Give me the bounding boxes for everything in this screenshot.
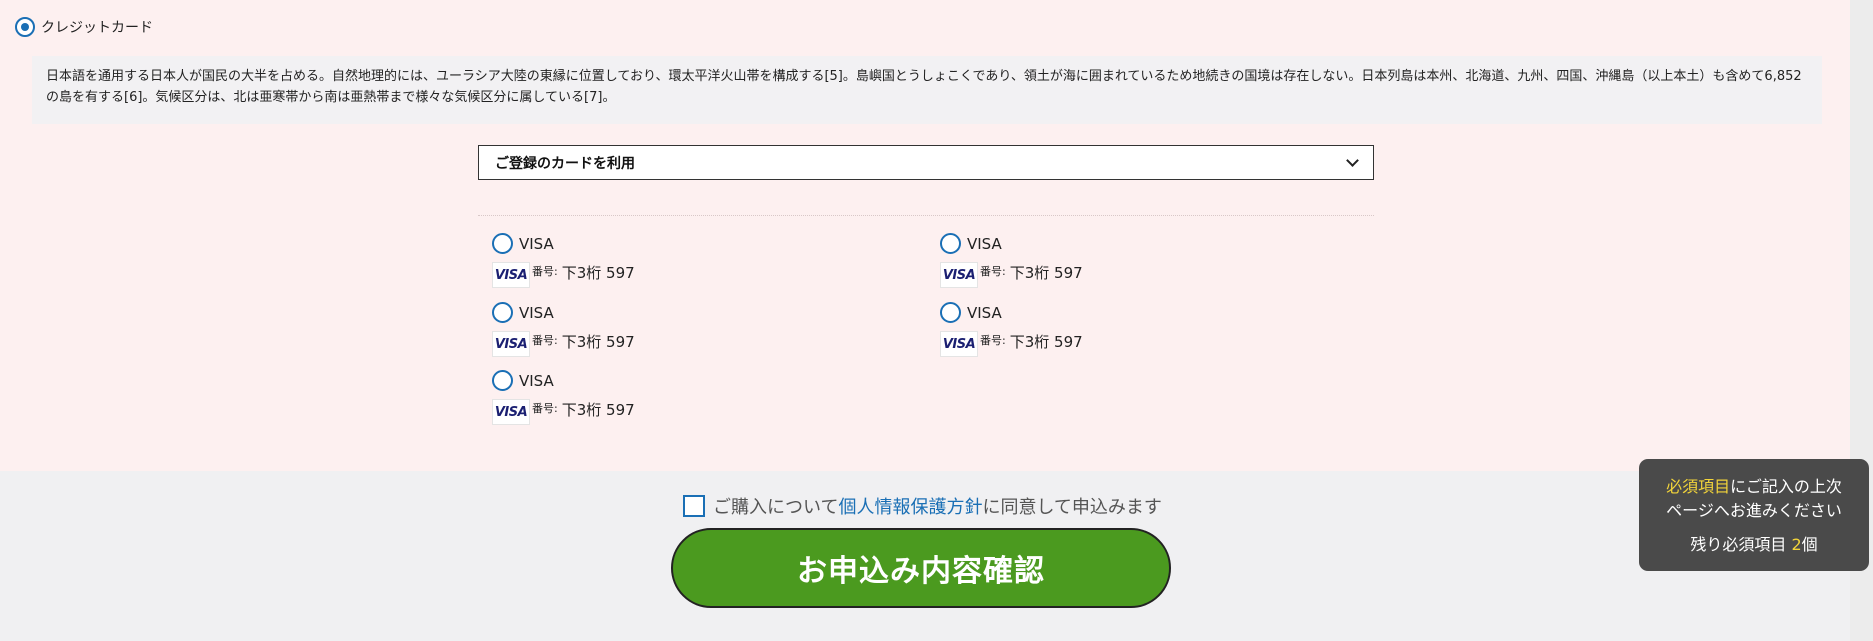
visa-logo-icon: VISA [492, 331, 530, 357]
card-option[interactable]: VISA VISA 番号: 下3桁 597 [940, 233, 1240, 293]
card-number-label: 番号: [532, 402, 558, 415]
card-brand: VISA [519, 303, 554, 322]
card-number-label: 番号: [532, 265, 558, 278]
card-number-value: 下3桁 597 [1009, 333, 1083, 351]
card-radio[interactable] [492, 370, 513, 391]
card-number-label: 番号: [980, 265, 1006, 278]
credit-card-radio[interactable] [15, 17, 35, 37]
consent-checkbox[interactable] [683, 495, 705, 517]
consent-suffix: に同意して申込みます [982, 497, 1162, 518]
payment-method-credit-card[interactable]: クレジットカード [15, 17, 153, 37]
privacy-policy-link[interactable]: 個人情報保護方針 [838, 497, 982, 518]
consent-row[interactable]: ご購入について個人情報保護方針に同意して申込みます [683, 493, 1162, 519]
card-radio[interactable] [492, 302, 513, 323]
tooltip-remaining-prefix: 残り必須項目 [1690, 535, 1792, 554]
required-fields-tooltip: 必須項目にご記入の上次 ページへお進みください 残り必須項目 2個 [1639, 459, 1869, 571]
card-number-value: 下3桁 597 [1009, 264, 1083, 282]
card-radio[interactable] [492, 233, 513, 254]
confirm-submit-button[interactable]: お申込み内容確認 [671, 528, 1171, 608]
card-brand: VISA [967, 234, 1002, 253]
card-option[interactable]: VISA VISA 番号: 下3桁 597 [492, 302, 792, 362]
card-radio[interactable] [940, 233, 961, 254]
divider [478, 215, 1374, 216]
chevron-down-icon [1346, 153, 1359, 167]
tooltip-remaining-count: 2 [1791, 535, 1802, 554]
visa-logo-icon: VISA [940, 331, 978, 357]
notice-text: 日本語を通用する日本人が国民の大半を占める。自然地理的には、ユーラシア大陸の東縁… [32, 56, 1822, 124]
card-option[interactable]: VISA VISA 番号: 下3桁 597 [940, 302, 1240, 362]
visa-logo-icon: VISA [492, 262, 530, 288]
card-number-value: 下3桁 597 [561, 401, 635, 419]
card-brand: VISA [519, 234, 554, 253]
card-number-value: 下3桁 597 [561, 333, 635, 351]
tooltip-line-2: ページへお進みください [1666, 501, 1842, 520]
visa-logo-icon: VISA [492, 399, 530, 425]
card-select-value: ご登録のカードを利用 [495, 155, 635, 172]
card-select[interactable]: ご登録のカードを利用 [478, 145, 1374, 180]
tooltip-highlight: 必須項目 [1666, 477, 1731, 496]
card-brand: VISA [519, 371, 554, 390]
credit-card-label: クレジットカード [41, 20, 153, 36]
card-number-label: 番号: [980, 334, 1006, 347]
tooltip-remaining: 残り必須項目 2個 [1639, 533, 1869, 557]
card-brand: VISA [967, 303, 1002, 322]
visa-logo-icon: VISA [940, 262, 978, 288]
tooltip-line1-rest: にご記入の上次 [1730, 477, 1842, 496]
card-option[interactable]: VISA VISA 番号: 下3桁 597 [492, 233, 792, 293]
consent-prefix: ご購入について [713, 497, 839, 518]
card-radio[interactable] [940, 302, 961, 323]
card-number-label: 番号: [532, 334, 558, 347]
tooltip-line-1: 必須項目にご記入の上次 [1639, 475, 1869, 499]
card-option[interactable]: VISA VISA 番号: 下3桁 597 [492, 370, 792, 430]
tooltip-remaining-suffix: 個 [1801, 535, 1818, 554]
card-number-value: 下3桁 597 [561, 264, 635, 282]
